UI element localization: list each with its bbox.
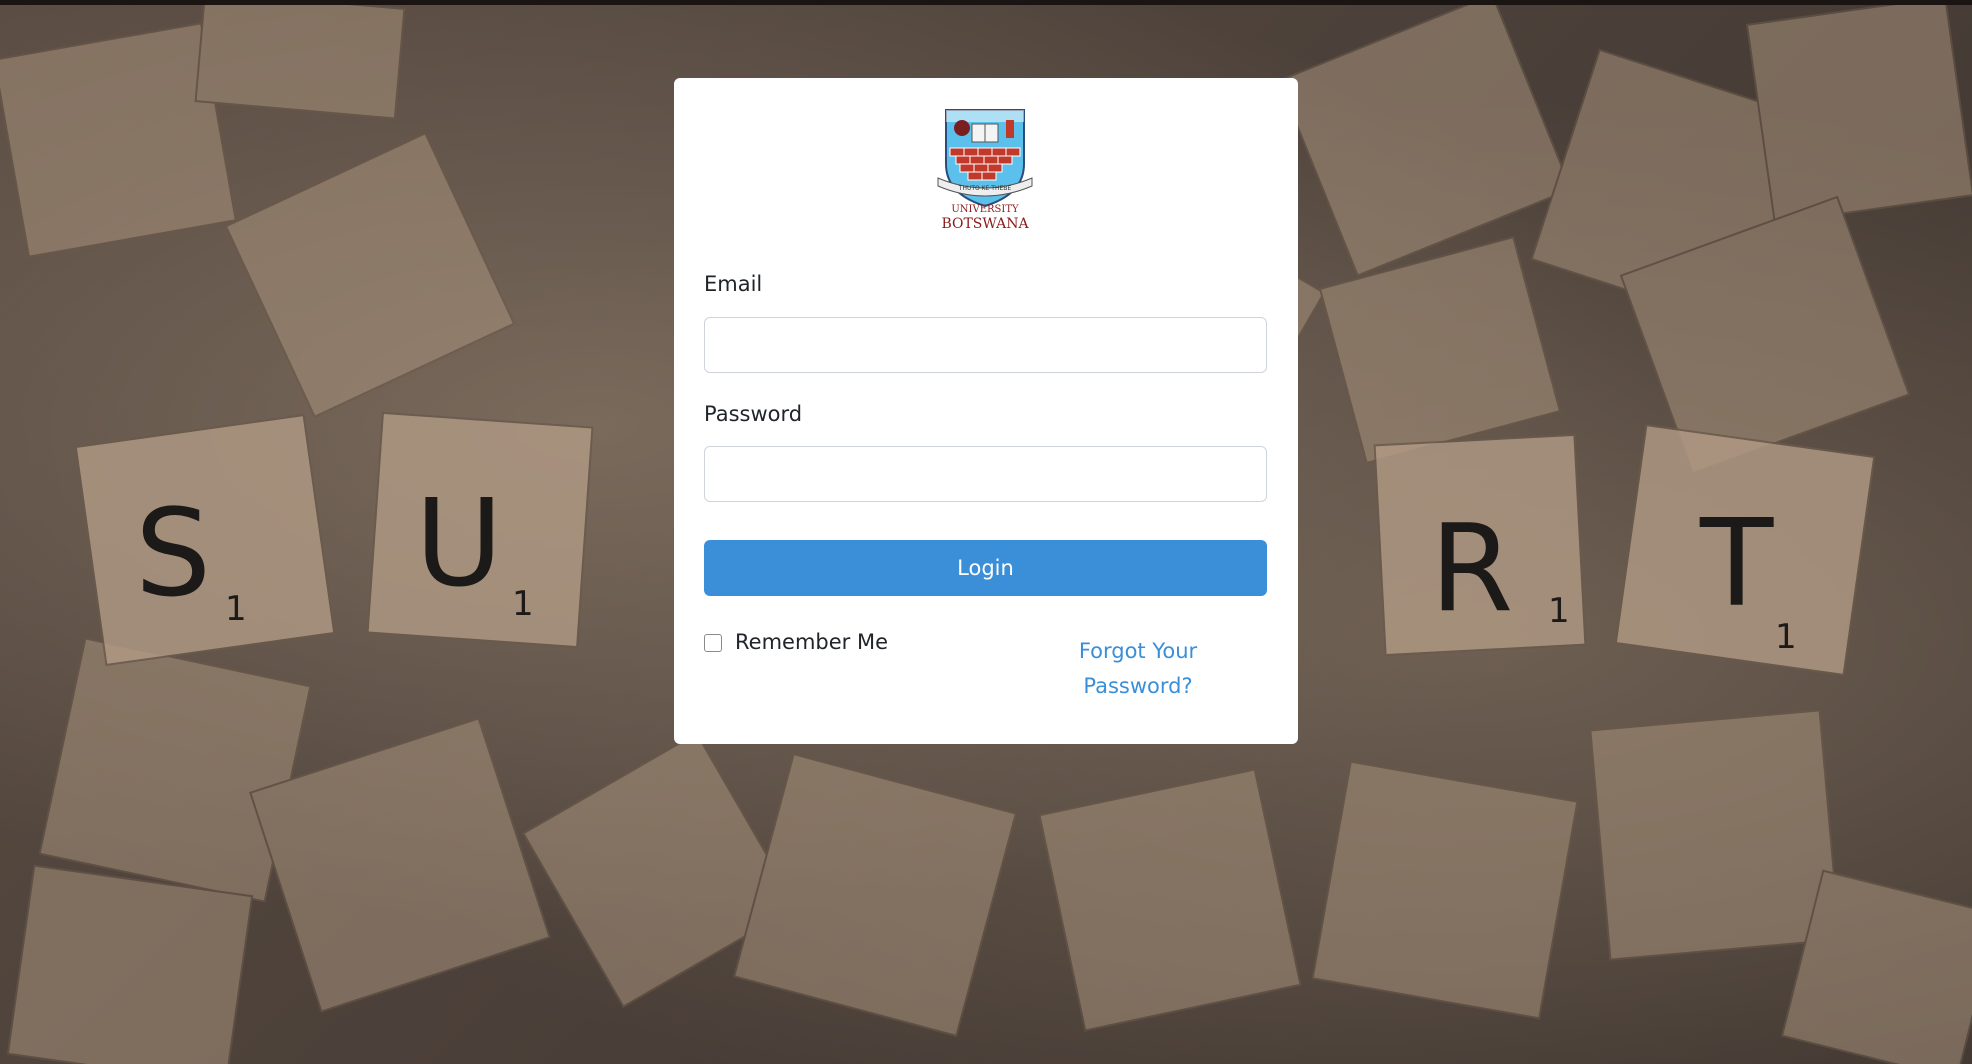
svg-text:1: 1: [225, 589, 247, 629]
forgot-password-line2: Password?: [1083, 674, 1193, 698]
login-button[interactable]: Login: [704, 540, 1267, 596]
remember-me-checkbox[interactable]: [704, 634, 722, 652]
tile-letter-r: R: [1430, 500, 1513, 639]
forgot-password-line1: Forgot Your: [1078, 639, 1198, 663]
svg-text:1: 1: [1775, 617, 1797, 657]
university-logo: THUTO KE THEBE UNIVERSITY BOTSWANA: [932, 106, 1038, 234]
remember-me-label[interactable]: Remember Me: [735, 630, 888, 654]
email-label: Email: [704, 272, 763, 296]
tile-letter-u: U: [415, 475, 503, 614]
window-top-edge: [0, 0, 1972, 5]
svg-text:1: 1: [1548, 591, 1570, 631]
forgot-password-link[interactable]: Forgot Your Password?: [1060, 634, 1216, 704]
tile-letter-t: T: [1699, 495, 1774, 634]
tile-letter-s: S: [135, 485, 211, 624]
password-label: Password: [704, 402, 803, 426]
svg-text:UNIVERSITY: UNIVERSITY: [951, 204, 1019, 215]
svg-text:BOTSWANA: BOTSWANA: [941, 216, 1029, 232]
email-field[interactable]: [704, 317, 1267, 373]
svg-text:1: 1: [512, 584, 534, 624]
password-field[interactable]: [704, 446, 1267, 502]
svg-text:THUTO KE THEBE: THUTO KE THEBE: [958, 185, 1012, 192]
